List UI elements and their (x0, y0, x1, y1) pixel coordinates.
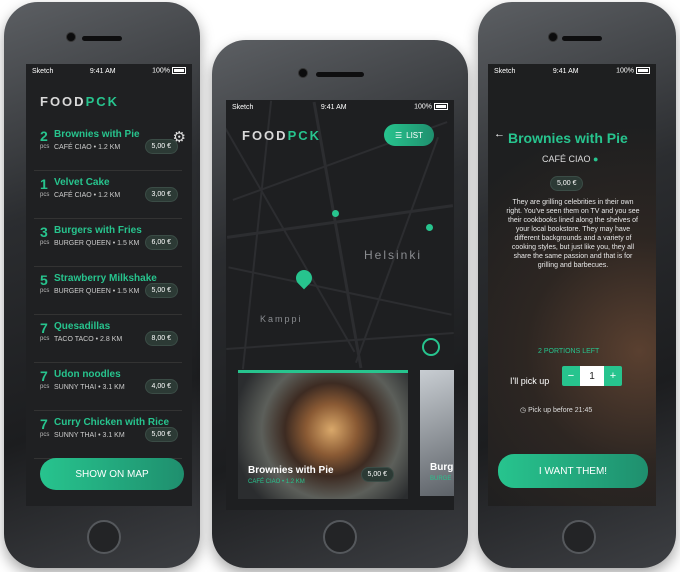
portions-left: 2 PORTIONS LEFT (538, 348, 600, 355)
item-pcs-label: pcs (40, 240, 50, 246)
price-badge: 5,00 € (144, 283, 178, 298)
price-badge: 6,00 € (144, 235, 178, 250)
quantity-value[interactable]: 1 (580, 366, 604, 386)
locate-me-icon[interactable] (422, 338, 440, 356)
item-name: Burgers with Fries (54, 225, 142, 236)
item-pcs-label: pcs (40, 288, 50, 294)
city-label: Helsinki (364, 248, 423, 262)
location-pin-icon: ● (593, 154, 599, 164)
district-label: Kamppi (260, 314, 303, 324)
app-logo: FOODPCK (40, 94, 120, 109)
item-name: Quesadillas (54, 321, 111, 332)
list-item[interactable]: 5 pcs Strawberry Milkshake BURGER QUEEN • 1… (34, 268, 182, 315)
item-place: SUNNY THAI • 3.1 KM (54, 432, 125, 439)
description: They are grilling celebrities in their o… (506, 199, 640, 269)
list-item[interactable]: 3 pcs Burgers with Fries BURGER QUEEN • 1.5… (34, 220, 182, 267)
item-pcs-label: pcs (40, 192, 50, 198)
price-badge: 8,00 € (144, 331, 178, 346)
clock-icon: ◷ (520, 407, 527, 414)
i-want-them-button[interactable]: I WANT THEM! (498, 454, 648, 488)
item-place: SUNNY THAI • 3.1 KM (54, 384, 125, 391)
price-badge: 5,00 € (360, 467, 394, 482)
app-logo: FOODPCK (242, 128, 322, 143)
food-card-next[interactable]: Burg BURGE (420, 370, 454, 496)
pickup-label: I'll pick up (510, 376, 550, 386)
price-badge: 5,00 € (144, 427, 178, 442)
status-bar: Sketch 9:41 AM 100% (488, 64, 656, 78)
list-screen: Sketch 9:41 AM 100% FOODPCK ⚙ 2 pcs Browni… (26, 64, 192, 506)
card-title: Brownies with Pie (248, 465, 334, 476)
item-name: Strawberry Milkshake (54, 273, 157, 284)
item-name: Udon noodles (54, 369, 121, 380)
item-pcs-label: pcs (40, 384, 50, 390)
quantity-stepper[interactable]: − 1 + (562, 366, 622, 386)
price-badge: 4,00 € (144, 379, 178, 394)
item-quantity: 2 (40, 128, 48, 144)
right-phone: Sketch 9:41 AM 100% ← Brownies with Pie … (478, 2, 676, 568)
item-quantity: 1 (40, 176, 48, 192)
item-pcs-label: pcs (40, 432, 50, 438)
item-pcs-label: pcs (40, 336, 50, 342)
decrease-button[interactable]: − (562, 366, 580, 386)
card-subtitle: CAFÉ CIAO • 1.2 KM (248, 479, 305, 485)
item-pcs-label: pcs (40, 144, 50, 150)
card-title: Burg (430, 462, 454, 473)
detail-place: CAFÉ CIAO ● (542, 154, 599, 164)
card-subtitle: BURGE (430, 476, 452, 482)
item-name: Brownies with Pie (54, 129, 140, 140)
increase-button[interactable]: + (604, 366, 622, 386)
list-item[interactable]: 1 pcs Velvet Cake CAFÉ CIAO • 1.2 KM 3,00 € (34, 172, 182, 219)
item-quantity: 5 (40, 272, 48, 288)
back-arrow-icon[interactable]: ← (494, 128, 505, 140)
list-item[interactable]: 7 pcs Udon noodles SUNNY THAI • 3.1 KM 4,00 … (34, 364, 182, 411)
item-place: BURGER QUEEN • 1.5 KM (54, 288, 140, 295)
middle-phone: Sketch 9:41 AM 100% FOODPCK ☰ LIST Helsin… (212, 40, 468, 568)
list-button[interactable]: ☰ LIST (384, 124, 434, 146)
list-item[interactable]: 7 pcs Quesadillas TACO TACO • 2.8 KM 8,00 € (34, 316, 182, 363)
show-on-map-button[interactable]: SHOW ON MAP (40, 458, 184, 490)
detail-title: Brownies with Pie (508, 130, 628, 146)
map-marker-dot[interactable] (332, 210, 339, 217)
price-badge: 5,00 € (144, 139, 178, 154)
item-place: BURGER QUEEN • 1.5 KM (54, 240, 140, 247)
status-bar: Sketch 9:41 AM 100% (26, 64, 192, 78)
item-name: Velvet Cake (54, 177, 110, 188)
pickup-time: ◷ Pick up before 21:45 (520, 407, 593, 414)
list-icon: ☰ (394, 130, 403, 140)
price-badge: 3,00 € (144, 187, 178, 202)
list-item[interactable]: 7 pcs Curry Chicken with Rice SUNNY THAI • … (34, 412, 182, 459)
item-place: CAFÉ CIAO • 1.2 KM (54, 192, 121, 199)
list-item[interactable]: 2 pcs Brownies with Pie CAFÉ CIAO • 1.2 KM 5… (34, 124, 182, 171)
item-quantity: 7 (40, 416, 48, 432)
map-screen: Sketch 9:41 AM 100% FOODPCK ☰ LIST Helsin… (226, 100, 454, 510)
item-place: CAFÉ CIAO • 1.2 KM (54, 144, 121, 151)
item-quantity: 3 (40, 224, 48, 240)
item-place: TACO TACO • 2.8 KM (54, 336, 123, 343)
status-bar: Sketch 9:41 AM 100% (226, 100, 454, 114)
detail-screen: Sketch 9:41 AM 100% ← Brownies with Pie … (488, 64, 656, 506)
item-quantity: 7 (40, 368, 48, 384)
food-card[interactable]: Brownies with Pie CAFÉ CIAO • 1.2 KM 5,0… (238, 370, 408, 499)
price-badge: 5,00 € (550, 176, 584, 191)
item-quantity: 7 (40, 320, 48, 336)
left-phone: Sketch 9:41 AM 100% FOODPCK ⚙ 2 pcs Browni… (4, 2, 200, 568)
map-marker-dot[interactable] (426, 224, 433, 231)
